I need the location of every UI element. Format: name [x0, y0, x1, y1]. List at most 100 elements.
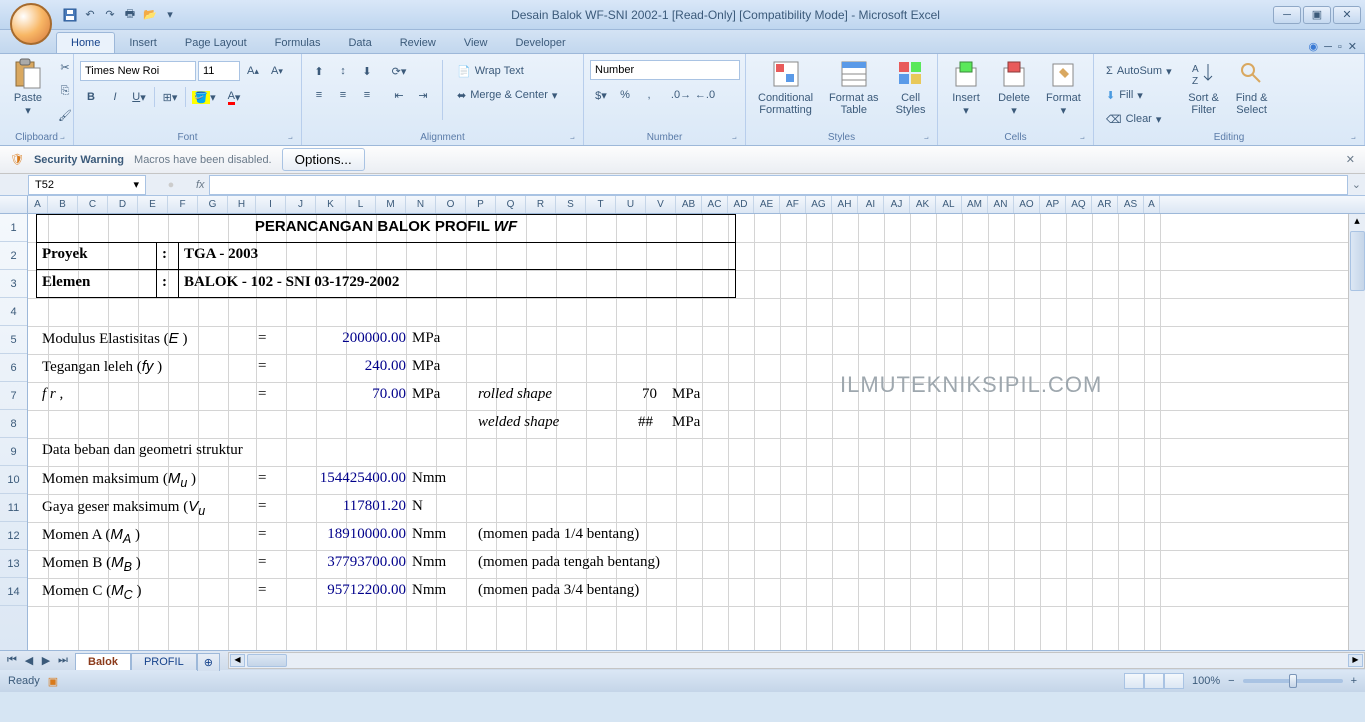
align-center-button[interactable]: ≡: [332, 84, 354, 106]
row-header[interactable]: 2: [0, 242, 27, 270]
fill-color-button[interactable]: 🪣▾: [190, 86, 218, 108]
column-header[interactable]: AK: [910, 196, 936, 213]
zoom-level[interactable]: 100%: [1192, 675, 1220, 687]
delete-cells-button[interactable]: Delete▾: [992, 56, 1036, 119]
normal-view-button[interactable]: [1124, 673, 1144, 689]
column-header[interactable]: AN: [988, 196, 1014, 213]
column-header[interactable]: AM: [962, 196, 988, 213]
maximize-button[interactable]: ▣: [1303, 6, 1331, 24]
cells-area[interactable]: PERANCANGAN BALOK PROFIL WF Proyek : TGA…: [28, 214, 1365, 650]
save-icon[interactable]: [62, 7, 78, 23]
undo-icon[interactable]: ↶: [82, 7, 98, 23]
column-header[interactable]: AJ: [884, 196, 910, 213]
macro-record-icon[interactable]: ▣: [48, 675, 58, 688]
formula-input[interactable]: [209, 175, 1348, 195]
comma-button[interactable]: ,: [638, 84, 660, 106]
clear-button[interactable]: ⌫Clear▾: [1100, 108, 1178, 130]
column-header[interactable]: AL: [936, 196, 962, 213]
align-bottom-button[interactable]: ⬇: [356, 60, 378, 82]
wrap-text-button[interactable]: 📄Wrap Text: [451, 60, 563, 82]
tab-formulas[interactable]: Formulas: [261, 33, 335, 53]
column-header[interactable]: J: [286, 196, 316, 213]
cancel-formula-icon[interactable]: ●: [168, 179, 175, 191]
row-header[interactable]: 4: [0, 298, 27, 326]
redo-icon[interactable]: ↷: [102, 7, 118, 23]
increase-decimal-button[interactable]: .0→: [670, 84, 692, 106]
fill-button[interactable]: ⬇Fill▾: [1100, 84, 1178, 106]
percent-button[interactable]: %: [614, 84, 636, 106]
row-header[interactable]: 12: [0, 522, 27, 550]
sheet-tab-profil[interactable]: PROFIL: [131, 653, 197, 670]
accounting-button[interactable]: $▾: [590, 84, 612, 106]
orientation-button[interactable]: ⟳▾: [388, 60, 410, 82]
last-sheet-button[interactable]: ⏭: [55, 653, 71, 669]
cut-button[interactable]: ✂: [54, 56, 76, 78]
column-header[interactable]: AH: [832, 196, 858, 213]
column-header[interactable]: H: [228, 196, 256, 213]
select-all-corner[interactable]: [0, 196, 28, 213]
column-header[interactable]: R: [526, 196, 556, 213]
page-break-view-button[interactable]: [1164, 673, 1184, 689]
align-top-button[interactable]: ⬆: [308, 60, 330, 82]
align-right-button[interactable]: ≡: [356, 84, 378, 106]
font-color-button[interactable]: A▾: [220, 86, 248, 108]
column-header[interactable]: N: [406, 196, 436, 213]
paste-button[interactable]: Paste ▾: [6, 56, 50, 119]
number-format-select[interactable]: [590, 60, 740, 80]
zoom-slider[interactable]: [1243, 679, 1343, 683]
format-as-table-button[interactable]: Format as Table: [823, 56, 885, 118]
column-header[interactable]: AR: [1092, 196, 1118, 213]
increase-indent-button[interactable]: ⇥: [412, 84, 434, 106]
row-header[interactable]: 5: [0, 326, 27, 354]
horizontal-scrollbar[interactable]: ◀ ▶: [228, 652, 1365, 669]
row-header[interactable]: 6: [0, 354, 27, 382]
tab-developer[interactable]: Developer: [501, 33, 579, 53]
new-sheet-button[interactable]: ⊕: [197, 653, 220, 671]
bold-button[interactable]: B: [80, 86, 102, 108]
qat-dropdown-icon[interactable]: ▾: [162, 7, 178, 23]
align-middle-button[interactable]: ↕: [332, 60, 354, 82]
font-size-input[interactable]: [198, 61, 240, 81]
column-header[interactable]: AB: [676, 196, 702, 213]
zoom-out-button[interactable]: −: [1228, 675, 1234, 687]
column-header[interactable]: AC: [702, 196, 728, 213]
column-header[interactable]: O: [436, 196, 466, 213]
tab-view[interactable]: View: [450, 33, 502, 53]
column-header[interactable]: K: [316, 196, 346, 213]
decrease-decimal-button[interactable]: ←.0: [694, 84, 716, 106]
minimize-ribbon-button[interactable]: ─: [1324, 41, 1332, 53]
column-header[interactable]: AE: [754, 196, 780, 213]
column-header[interactable]: AS: [1118, 196, 1144, 213]
security-options-button[interactable]: Options...: [282, 148, 365, 171]
column-header[interactable]: F: [168, 196, 198, 213]
sort-filter-button[interactable]: AZSort & Filter: [1182, 56, 1226, 118]
next-sheet-button[interactable]: ▶: [38, 653, 54, 669]
column-header[interactable]: AO: [1014, 196, 1040, 213]
column-header[interactable]: A: [28, 196, 48, 213]
column-header[interactable]: C: [78, 196, 108, 213]
column-header[interactable]: E: [138, 196, 168, 213]
column-header[interactable]: P: [466, 196, 496, 213]
italic-button[interactable]: I: [104, 86, 126, 108]
office-button[interactable]: [10, 3, 52, 45]
zoom-in-button[interactable]: +: [1351, 675, 1357, 687]
column-header[interactable]: I: [256, 196, 286, 213]
column-header[interactable]: AP: [1040, 196, 1066, 213]
find-select-button[interactable]: Find & Select: [1230, 56, 1274, 118]
name-box[interactable]: T52▾: [28, 175, 146, 195]
decrease-indent-button[interactable]: ⇤: [388, 84, 410, 106]
column-header[interactable]: AF: [780, 196, 806, 213]
copy-button[interactable]: ⎘: [54, 80, 76, 102]
row-header[interactable]: 1: [0, 214, 27, 242]
column-header[interactable]: AI: [858, 196, 884, 213]
autosum-button[interactable]: ΣAutoSum▾: [1100, 60, 1178, 82]
tab-page-layout[interactable]: Page Layout: [171, 33, 261, 53]
column-header[interactable]: AD: [728, 196, 754, 213]
sheet-tab-balok[interactable]: Balok: [75, 653, 131, 670]
column-header[interactable]: D: [108, 196, 138, 213]
vertical-scrollbar[interactable]: ▴: [1348, 214, 1365, 650]
align-left-button[interactable]: ≡: [308, 84, 330, 106]
fx-icon[interactable]: fx: [196, 179, 205, 191]
column-header[interactable]: Q: [496, 196, 526, 213]
column-header[interactable]: AG: [806, 196, 832, 213]
